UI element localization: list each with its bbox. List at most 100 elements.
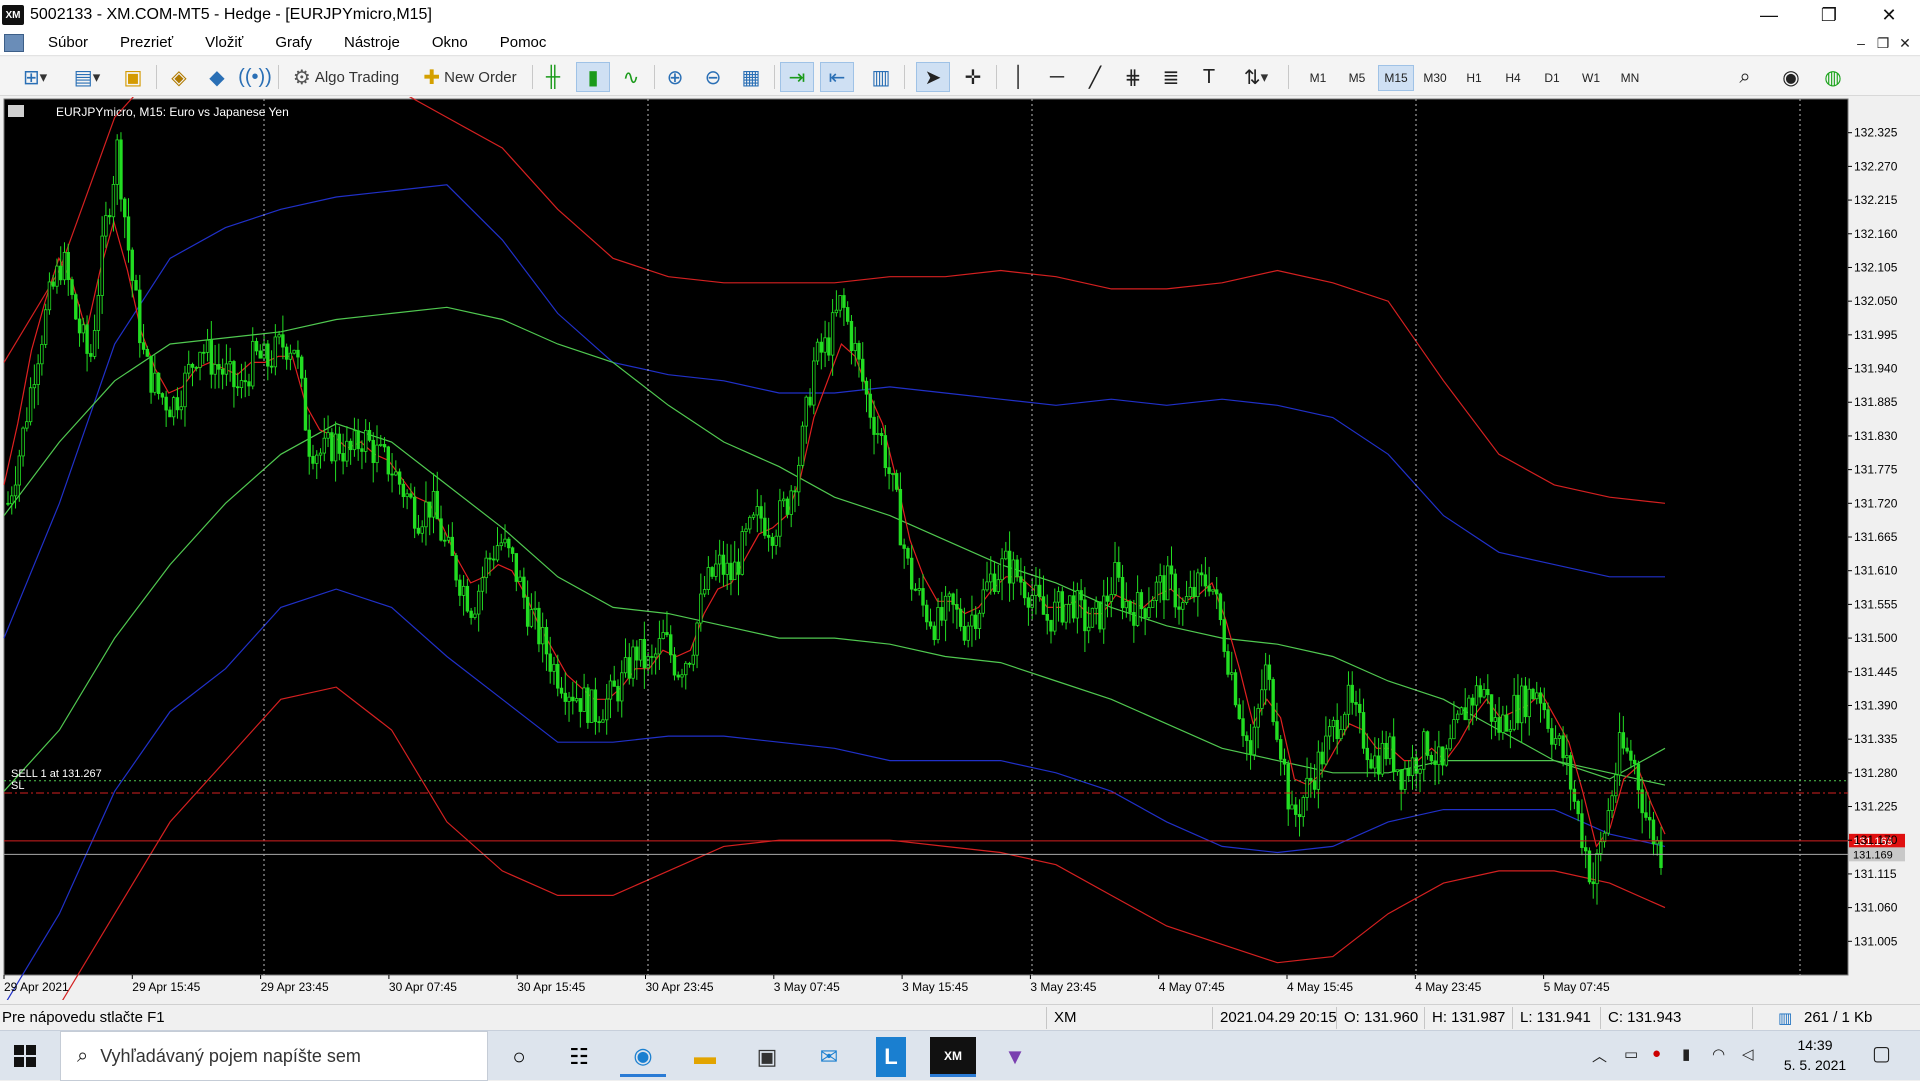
candle-body <box>473 613 477 618</box>
cursor-icon[interactable]: ➤ <box>916 62 950 92</box>
vps-icon[interactable]: ◍ <box>1818 62 1848 92</box>
tray-chevron-icon[interactable]: ︿ <box>1592 1045 1607 1066</box>
trade-label: SELL 1 at 131.267 <box>11 768 102 780</box>
candle-body <box>740 531 744 575</box>
notifications-icon[interactable]: ▢ <box>1872 1041 1891 1066</box>
horizontal-line-icon[interactable]: ─ <box>1042 62 1072 92</box>
task-view-icon[interactable]: ○ <box>496 1037 542 1077</box>
timeframe-m1[interactable]: M1 <box>1300 65 1336 91</box>
menu-window[interactable]: Okno <box>416 34 484 51</box>
battery-icon[interactable]: ▮ <box>1682 1045 1690 1063</box>
candle-body <box>921 588 925 606</box>
new-chart-button[interactable]: ⊞ ▾ <box>14 62 56 92</box>
timeframe-m15[interactable]: M15 <box>1378 65 1414 91</box>
candle-body <box>1075 590 1080 619</box>
candle-body <box>1320 751 1324 765</box>
menu-charts[interactable]: Grafy <box>259 34 328 51</box>
bar-open: O: 131.960 <box>1344 1009 1419 1026</box>
line-chart-icon[interactable]: ∿ <box>616 62 646 92</box>
mail-icon[interactable]: ✉ <box>806 1037 852 1077</box>
metaeditor-icon[interactable]: ◆ <box>202 62 232 92</box>
clock[interactable]: 14:39 5. 5. 2021 <box>1770 1035 1860 1075</box>
zoom-out-icon[interactable]: ⊖ <box>698 62 728 92</box>
timeframe-h1[interactable]: H1 <box>1456 65 1492 91</box>
indicators-icon[interactable]: ▥ <box>866 62 896 92</box>
menu-tools[interactable]: Nástroje <box>328 34 416 51</box>
timeframe-d1[interactable]: D1 <box>1534 65 1570 91</box>
auto-scroll-icon[interactable]: ⇥ <box>780 62 814 92</box>
candle-body <box>299 356 304 379</box>
candle-body <box>507 538 511 549</box>
menu-help[interactable]: Pomoc <box>484 34 563 51</box>
menu-file[interactable]: Súbor <box>32 34 104 51</box>
candle-body <box>394 471 398 476</box>
profiles-button[interactable]: ▤ ▾ <box>66 62 108 92</box>
candle-body <box>1267 664 1272 680</box>
candle-body <box>1019 576 1023 583</box>
price-chart[interactable]: 131.169131.169 132.325132.270132.215132.… <box>0 97 1920 1000</box>
wifi-icon[interactable]: ◠ <box>1712 1045 1725 1063</box>
candle-body <box>620 672 624 702</box>
y-tick-label: 131.610 <box>1854 564 1898 578</box>
store-icon[interactable]: ▣ <box>744 1037 790 1077</box>
zoom-in-icon[interactable]: ⊕ <box>660 62 690 92</box>
xm-terminal-icon[interactable]: XM <box>930 1037 976 1077</box>
windows-start-icon[interactable] <box>14 1045 36 1067</box>
trend-line-icon[interactable]: ╱ <box>1080 62 1110 92</box>
candle-body <box>1135 592 1140 626</box>
file-explorer-icon[interactable]: ▬ <box>682 1037 728 1077</box>
close-button[interactable]: ✕ <box>1860 0 1918 30</box>
candle-body <box>307 429 311 457</box>
timeframe-mn[interactable]: MN <box>1612 65 1648 91</box>
chart-window[interactable]: 131.169 131.169 132.325 132.270 132.215 132.… <box>0 97 1920 1000</box>
chart-shift-icon[interactable]: ⇤ <box>820 62 854 92</box>
new-order-button[interactable]: ✚ New Order <box>416 62 524 92</box>
minimize-button[interactable]: — <box>1740 0 1798 30</box>
timeframe-m30[interactable]: M30 <box>1417 65 1453 91</box>
gem-app-icon[interactable]: ▼ <box>992 1037 1038 1077</box>
signals-icon[interactable]: ((•)) <box>238 62 272 92</box>
timeframe-h4[interactable]: H4 <box>1495 65 1531 91</box>
candle-body <box>642 638 647 669</box>
tile-windows-icon[interactable]: ▦ <box>736 62 766 92</box>
algo-trading-button[interactable]: ⚙ Algo Trading <box>286 62 406 92</box>
candle-body <box>1407 768 1411 777</box>
menu-insert[interactable]: Vložiť <box>189 34 259 51</box>
tray-security-icon[interactable]: ● <box>1652 1045 1661 1062</box>
market-icon[interactable]: ◈ <box>164 62 194 92</box>
bar-chart-icon[interactable]: ╫ <box>538 62 568 92</box>
candle-body <box>484 557 488 579</box>
volume-icon[interactable]: ◁ <box>1742 1045 1754 1063</box>
l-app-icon[interactable]: L <box>876 1037 906 1077</box>
restore-button[interactable]: ❐ <box>1800 0 1858 30</box>
candle-body <box>1422 731 1426 770</box>
tray-meet-icon[interactable]: ▭ <box>1624 1045 1638 1063</box>
text-tool-icon[interactable]: T <box>1194 62 1224 92</box>
search-icon[interactable]: ⌕ <box>1730 62 1760 92</box>
taskbar-search[interactable]: ⌕ Vyhľadávaný pojem napíšte sem <box>60 1031 488 1081</box>
candle-body <box>386 446 391 475</box>
candle-body <box>710 567 714 577</box>
menu-view[interactable]: Prezrieť <box>104 34 189 51</box>
candlestick-chart-icon[interactable]: ▮ <box>576 62 610 92</box>
candle-body <box>1455 713 1460 720</box>
chart-window-icon[interactable] <box>4 33 24 52</box>
channel-icon[interactable]: ≣ <box>1156 62 1186 92</box>
candle-body <box>729 562 733 581</box>
edge-browser-icon[interactable]: ◉ <box>620 1037 666 1077</box>
account-icon[interactable]: ◉ <box>1776 62 1806 92</box>
market-watch-button[interactable]: ▣ <box>118 62 148 92</box>
candle-body <box>179 406 183 411</box>
candle-body <box>669 634 673 656</box>
timeframe-w1[interactable]: W1 <box>1573 65 1609 91</box>
crosshair-icon[interactable]: ✛ <box>958 62 988 92</box>
candle-body <box>894 473 899 490</box>
chart-close-button[interactable]: ✕ <box>1890 30 1920 56</box>
candle-body <box>1516 694 1520 724</box>
timeline-icon[interactable]: ☷ <box>556 1037 602 1077</box>
vertical-line-icon[interactable]: │ <box>1004 62 1034 92</box>
candle-body <box>1218 593 1223 621</box>
timeframe-m5[interactable]: M5 <box>1339 65 1375 91</box>
arrows-tool-icon[interactable]: ⇅ ▾ <box>1232 62 1280 92</box>
fibonacci-icon[interactable]: ⋕ <box>1118 62 1148 92</box>
